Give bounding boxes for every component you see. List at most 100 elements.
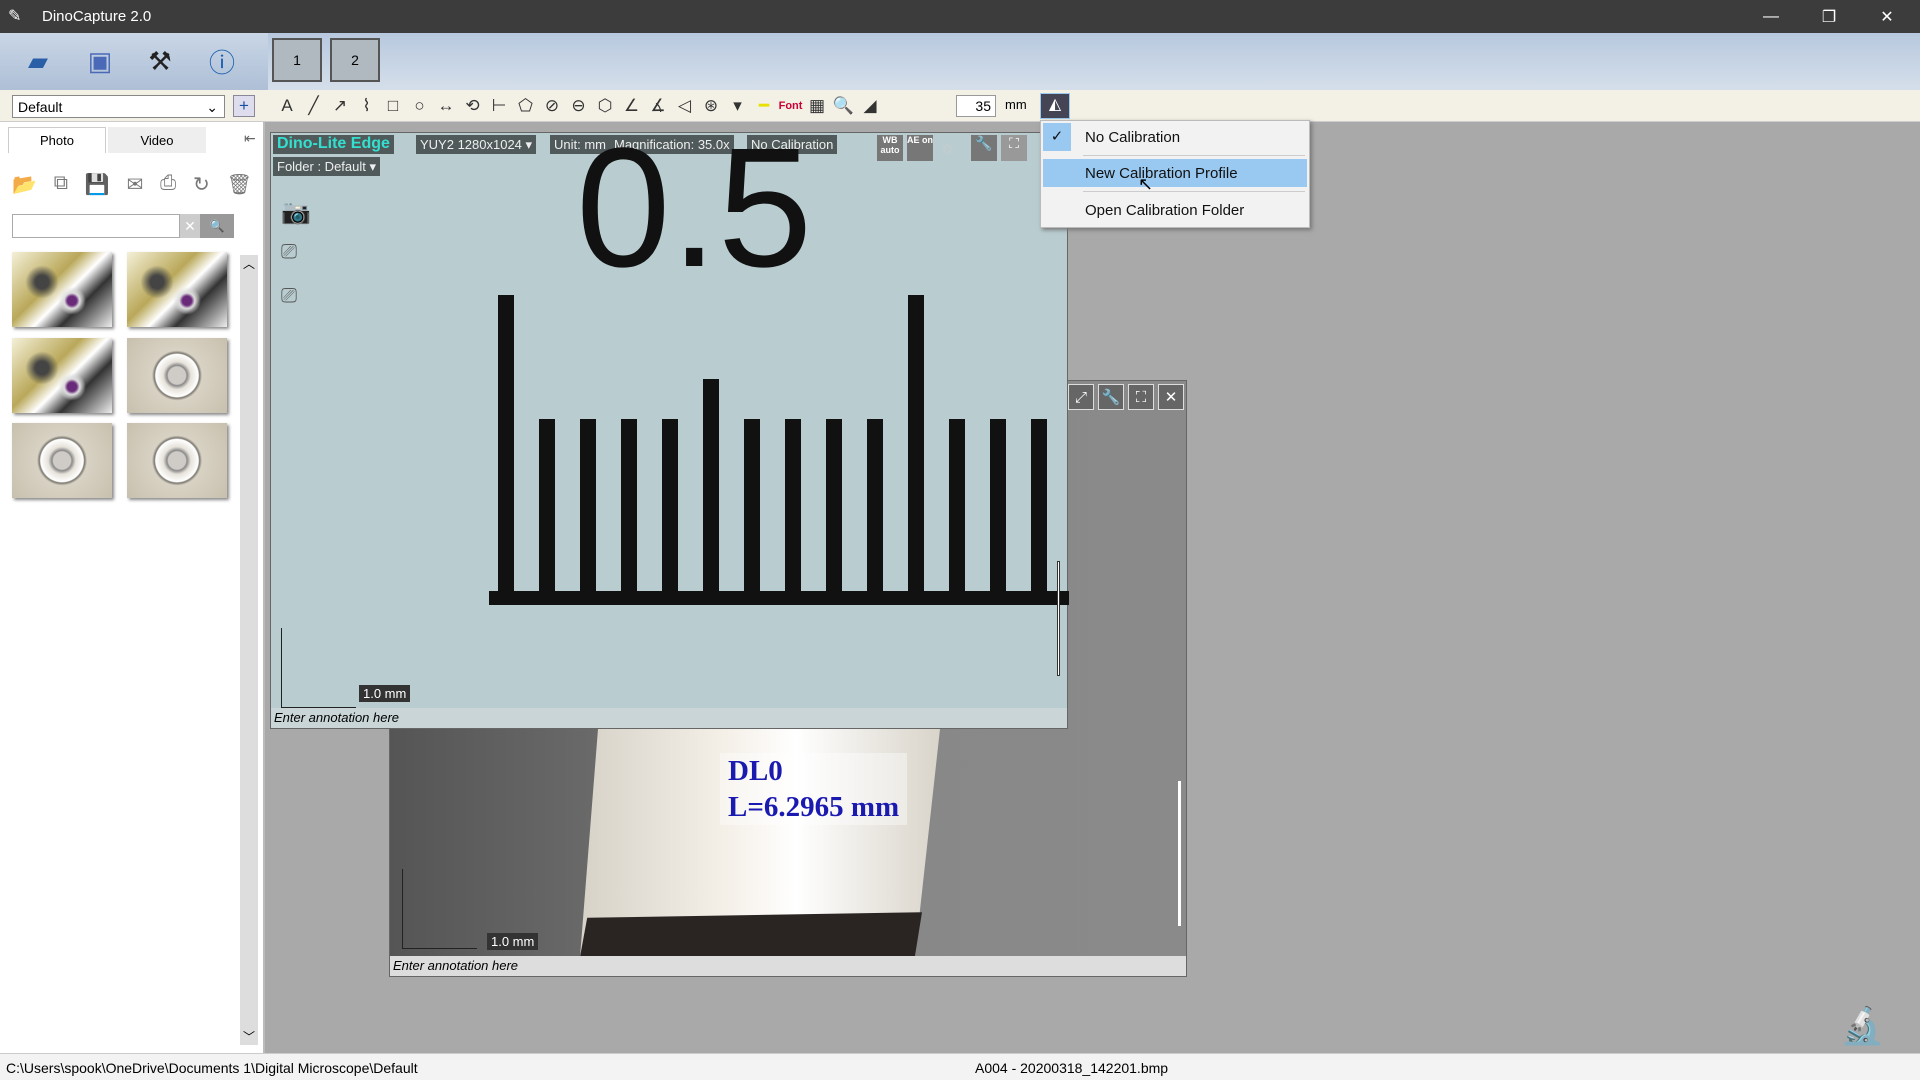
annotation-tool[interactable]: ↔ [435,95,457,117]
ruler-tick [949,419,965,603]
brightness-icon[interactable]: ☼ [939,137,956,158]
annotation-input[interactable]: Enter annotation here [390,956,1186,976]
focus-slider[interactable] [1057,561,1060,676]
preview-window-1[interactable]: Dino-Lite Edge YUY2 1280x1024 ▾ Unit: mm… [270,123,1069,729]
auto-exposure-button[interactable]: AE on [907,135,933,161]
measure-name: DL0 [728,755,783,787]
ruler-tick [498,295,514,603]
ruler-tick [580,419,596,603]
menu-item-no-calibration[interactable]: ✓ No Calibration [1043,123,1307,151]
minimize-button[interactable]: — [1742,0,1800,33]
preview-thumb-1[interactable]: 1 [272,38,322,82]
scroll-up-icon[interactable]: ︿ [243,255,255,272]
calibration-button[interactable]: ◭ [1040,93,1070,119]
fullscreen-icon[interactable]: ⛶ [1001,135,1027,161]
capture-icon[interactable]: 📷 [281,198,311,227]
settings-wrench-icon[interactable]: 🔧 [1098,384,1124,410]
annotation-tool[interactable]: ⟲ [462,95,484,117]
annotation-tool[interactable]: ⊘ [541,95,563,117]
scrollbar[interactable]: ︿ ﹀ [240,255,258,1045]
settings-wrench-icon[interactable]: 🔧 [971,135,997,161]
copy-icon[interactable]: ⧉ [54,172,68,202]
app-icon: ✎ [8,8,22,25]
ruler-tick [539,419,555,603]
annotation-input[interactable]: Enter annotation here [271,708,1067,728]
thumbnail[interactable] [127,423,227,498]
email-icon[interactable]: ✉ [127,172,144,202]
scroll-down-icon[interactable]: ﹀ [243,1028,255,1045]
thumbnail[interactable] [127,338,227,413]
preview-ribbon: 1 2 [268,33,1920,90]
save-icon[interactable]: 💾 [85,172,110,202]
left-panel: Photo Video ⇤ 📂 ⧉ 💾 ✉ ⎙ ↻ 🗑 ✕ 🔍 ︿ ﹀ [0,122,265,1053]
annotation-tool[interactable]: □ [382,95,404,117]
zoom-input[interactable]: 35 [956,95,996,117]
mouse-cursor-icon: ↖ [1138,174,1154,194]
tab-video[interactable]: Video [108,127,206,153]
rotate-icon[interactable]: ↻ [193,172,210,202]
microscope-icon: 🔬 [1840,1005,1885,1046]
annotation-tool[interactable]: ◢ [859,95,881,117]
status-file: A004 - 20200318_142201.bmp [975,1060,1169,1076]
title-bar: ✎ DinoCapture 2.0 — ❐ ✕ [0,0,1920,33]
scale-bar-label: 1.0 mm [487,933,539,950]
annotation-tool[interactable]: ⌇ [356,95,378,117]
preview-thumb-2[interactable]: 2 [330,38,380,82]
close-preview-icon[interactable]: ✕ [1158,384,1184,410]
ruler-tick [1031,419,1047,603]
thumbnail[interactable] [127,252,227,327]
search-button[interactable]: 🔍 [200,214,234,238]
main-ribbon: ▰ ▣ ⚒ ⓘ [0,33,268,90]
thumbnail[interactable] [12,338,112,413]
fullscreen-icon[interactable]: ⛶ [1128,384,1154,410]
status-path: C:\Users\spook\OneDrive\Documents 1\Digi… [6,1060,418,1076]
annotation-tool[interactable]: ╱ [303,95,325,117]
tools-icon[interactable]: ⚒ [140,41,180,81]
chevron-down-icon: ⌄ [206,99,218,115]
info-icon[interactable]: ⓘ [202,41,242,81]
thumbnail[interactable] [12,423,112,498]
white-balance-button[interactable]: WB auto [877,135,903,161]
unit-select[interactable]: mm [1005,97,1027,112]
clear-search-button[interactable]: ✕ [180,214,200,238]
window-title: DinoCapture 2.0 [42,8,152,25]
ruler-tick [744,419,760,603]
record-icon[interactable]: ⎚ [281,241,297,264]
annotation-tool[interactable]: A [276,95,298,117]
add-profile-button[interactable]: + [233,95,255,117]
ruler-tick [621,419,637,603]
collapse-panel-icon[interactable]: ⇤ [244,130,256,147]
print-icon[interactable]: ⎙ [160,172,176,202]
menu-item-new-calibration-profile[interactable]: New Calibration Profile [1043,159,1307,187]
open-icon[interactable]: 📂 [12,172,37,202]
restore-button[interactable]: ❐ [1800,0,1858,33]
ruler-tick [703,379,719,603]
annotation-tool[interactable]: 🔍 [833,95,855,117]
thumbnail[interactable] [12,252,112,327]
menu-item-open-calibration-folder[interactable]: Open Calibration Folder [1043,196,1307,224]
menu-item-label: Open Calibration Folder [1085,201,1245,219]
folder-icon[interactable]: ▰ [18,41,58,81]
annotation-tool[interactable]: ↗ [329,95,351,117]
camera-label: Dino-Lite Edge [273,135,394,154]
annotation-tool[interactable]: ⬠ [515,95,537,117]
annotation-tool[interactable]: ○ [409,95,431,117]
toolbar: Default ⌄ + A ╱ ↗ ⌇ □ ○ ↔ ⟲ ⊢ ⬠ ⊘ ⊖ ⬡ ∠ ∡ ◁ ⊛ ▾ ━ Font ▦ 🔍 ◢ 35… [0,90,1920,122]
close-button[interactable]: ✕ [1858,0,1916,33]
display-icon[interactable]: ▣ [80,41,120,81]
annotation-tool[interactable]: ⊢ [488,95,510,117]
fit-icon[interactable]: ⤢ [1068,384,1094,410]
timelapse-icon[interactable]: ⎚ [281,285,297,308]
ruler-tick [826,419,842,603]
search-input[interactable] [12,214,180,238]
format-select[interactable]: YUY2 1280x1024 ▾ [416,135,537,154]
menu-item-label: No Calibration [1085,128,1181,146]
tab-photo[interactable]: Photo [8,127,106,153]
delete-icon[interactable]: 🗑 [227,172,252,202]
focus-slider[interactable] [1178,781,1181,926]
ruler-label: 0.5 [576,113,813,303]
profile-select[interactable]: Default ⌄ [12,95,225,118]
folder-select[interactable]: Folder : Default ▾ [273,157,381,176]
ruler-tick [990,419,1006,603]
measure-value: L=6.2965 mm [728,791,900,823]
